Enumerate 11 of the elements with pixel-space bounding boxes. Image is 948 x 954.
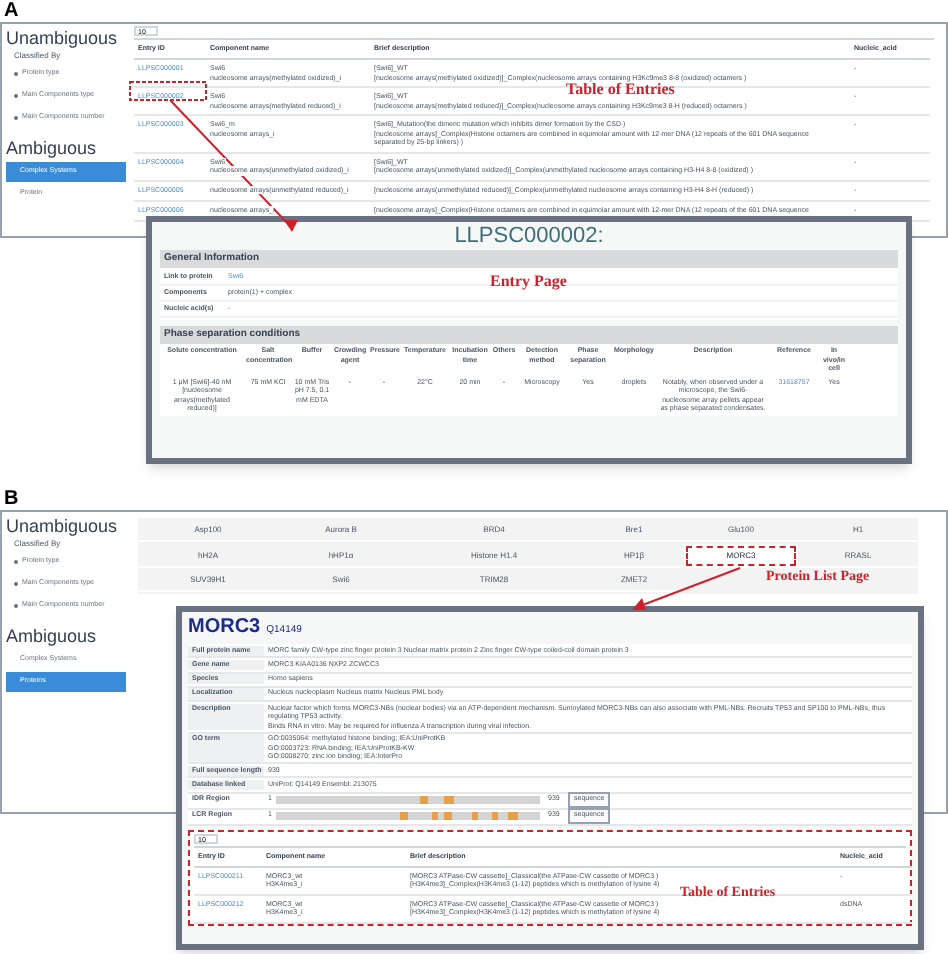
highlight-frame <box>129 81 207 101</box>
sidebar-heading: Ambiguous <box>6 138 99 160</box>
panel-label: B <box>4 488 19 510</box>
annotation-label: Entry Page <box>490 270 567 294</box>
protein-title: MORC3 <box>188 616 261 640</box>
sidebar-heading: Ambiguous <box>6 626 99 648</box>
annotation-label: Table of Entries <box>566 82 675 98</box>
entry-title: LLPSC000002: <box>452 224 606 250</box>
sidebar-heading: Unambiguous <box>6 516 120 538</box>
sidebar-heading: Unambiguous <box>6 28 120 50</box>
panel-label: A <box>4 0 19 22</box>
